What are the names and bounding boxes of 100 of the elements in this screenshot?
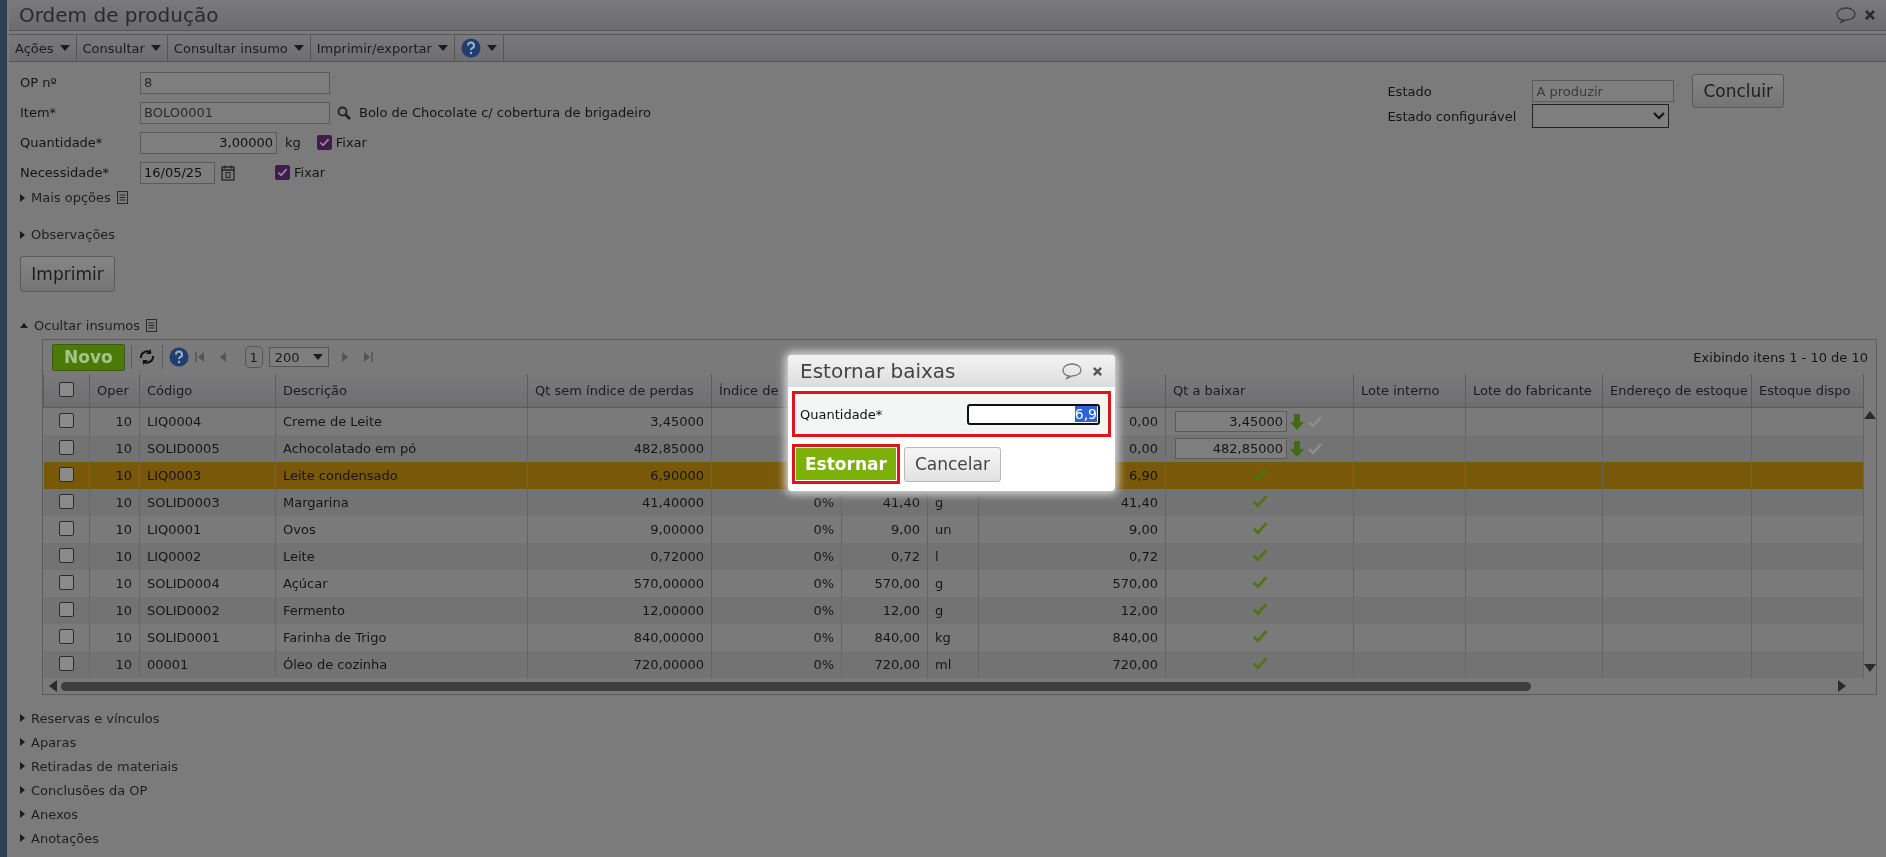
checkbox[interactable] bbox=[58, 601, 74, 617]
section-label[interactable]: Conclusões da OP bbox=[31, 782, 148, 798]
section-label[interactable]: Aparas bbox=[31, 734, 77, 750]
checkbox[interactable] bbox=[58, 412, 74, 428]
section-label[interactable]: Reservas e vínculos bbox=[31, 710, 160, 726]
input-field: A produzir bbox=[1532, 80, 1675, 102]
section-label[interactable]: Retiradas de materiais bbox=[31, 758, 178, 774]
checkbox[interactable] bbox=[58, 493, 74, 509]
quantity-input[interactable]: 6,9 bbox=[967, 403, 1100, 425]
collapsed-triangle-icon[interactable] bbox=[20, 193, 25, 202]
table-cell: 9,00 bbox=[891, 522, 920, 537]
collapsed-triangle-icon[interactable] bbox=[20, 738, 25, 746]
input-field[interactable]: 3,00000 bbox=[140, 131, 277, 154]
print-button[interactable]: Imprimir bbox=[20, 256, 115, 292]
table-cell: 0,72000 bbox=[650, 549, 704, 564]
scroll-left-icon[interactable] bbox=[49, 680, 57, 692]
table-cell: 0% bbox=[813, 603, 834, 618]
scroll-up-icon[interactable] bbox=[1864, 411, 1876, 419]
help-icon[interactable] bbox=[460, 38, 481, 58]
calendar-icon[interactable] bbox=[221, 164, 235, 181]
scroll-down-icon[interactable] bbox=[1864, 664, 1876, 672]
collapsed-triangle-icon[interactable] bbox=[20, 230, 25, 239]
checkbox[interactable] bbox=[58, 439, 74, 455]
table-cell: 41,40 bbox=[882, 495, 920, 510]
section-label[interactable]: Observações bbox=[31, 227, 116, 242]
input-field[interactable]: 8 bbox=[140, 71, 330, 94]
section-label[interactable]: Anexos bbox=[31, 806, 78, 822]
date-field[interactable]: 16/05/25 bbox=[140, 161, 215, 184]
table-cell: 570,00 bbox=[1112, 576, 1158, 591]
document-icon[interactable] bbox=[116, 191, 128, 204]
checkbox[interactable] bbox=[316, 135, 332, 150]
column-header[interactable]: Qt sem índice de perdas bbox=[527, 374, 712, 408]
collapsed-triangle-icon[interactable] bbox=[20, 810, 25, 818]
checkbox[interactable] bbox=[58, 628, 74, 644]
column-header[interactable]: Lote do fabricante bbox=[1465, 374, 1603, 408]
menu-item[interactable]: Ações bbox=[9, 35, 77, 61]
comment-icon[interactable] bbox=[1062, 362, 1082, 380]
expanded-triangle-icon[interactable] bbox=[20, 323, 28, 328]
column-header[interactable]: Oper bbox=[89, 374, 140, 408]
quantity-input[interactable]: 3,45000 bbox=[1175, 411, 1287, 432]
table-cell: 3,45000 bbox=[650, 414, 704, 429]
select-field[interactable] bbox=[1532, 104, 1670, 128]
new-button[interactable]: Novo bbox=[52, 343, 125, 371]
column-header[interactable]: Endereço de estoque bbox=[1602, 374, 1752, 408]
checkbox[interactable] bbox=[58, 574, 74, 590]
collapsed-triangle-icon[interactable] bbox=[20, 834, 25, 842]
close-icon[interactable] bbox=[1092, 365, 1103, 377]
column-header[interactable]: Estoque dispo bbox=[1751, 374, 1864, 408]
section-label[interactable]: Anotações bbox=[31, 830, 100, 846]
table-cell: Fermento bbox=[283, 603, 345, 618]
table-cell: 9,00000 bbox=[650, 522, 704, 537]
table-cell: 10 bbox=[115, 441, 132, 456]
table-cell: 720,00000 bbox=[633, 657, 704, 672]
check-icon bbox=[1250, 600, 1269, 618]
column-header[interactable]: Qt a baixar bbox=[1165, 374, 1354, 408]
scroll-right-icon[interactable] bbox=[1838, 680, 1846, 692]
column-header[interactable]: Descrição bbox=[275, 374, 528, 408]
checkbox[interactable] bbox=[58, 466, 74, 482]
field-label: OP nº bbox=[20, 75, 58, 90]
column-header[interactable]: Lote interno bbox=[1353, 374, 1466, 408]
menu-item[interactable]: Imprimir/exportar bbox=[310, 35, 455, 61]
checkbox[interactable] bbox=[59, 381, 74, 397]
table-cell: kg bbox=[935, 630, 951, 645]
page-number[interactable]: 1 bbox=[244, 346, 263, 368]
chevron-down-icon[interactable] bbox=[1653, 112, 1666, 120]
table-cell: 570,00 bbox=[874, 576, 920, 591]
table-cell: Leite bbox=[283, 549, 315, 564]
section-label[interactable]: Ocultar insumos bbox=[34, 318, 141, 333]
table-cell: 9,00 bbox=[1129, 522, 1158, 537]
table-cell: 720,00 bbox=[874, 657, 920, 672]
page-size-select[interactable]: 200 bbox=[268, 347, 329, 367]
cancel-button[interactable]: Cancelar bbox=[903, 446, 1001, 482]
checkbox[interactable] bbox=[58, 655, 74, 671]
table-cell: SOLID0002 bbox=[147, 603, 220, 618]
conclude-button[interactable]: Concluir bbox=[1692, 74, 1784, 108]
input-field[interactable]: BOLO0001 bbox=[140, 101, 330, 124]
table-cell: 570,00000 bbox=[633, 576, 704, 591]
column-header[interactable]: Código bbox=[139, 374, 276, 408]
checkbox[interactable] bbox=[58, 547, 74, 563]
table-cell: 0% bbox=[813, 495, 834, 510]
section-label[interactable]: Mais opções bbox=[31, 190, 111, 205]
table-cell: 840,00 bbox=[1112, 630, 1158, 645]
menu-item[interactable]: Consultar bbox=[76, 35, 168, 61]
checkbox[interactable] bbox=[275, 165, 290, 180]
menu-item[interactable]: Consultar insumo bbox=[167, 35, 311, 61]
checkbox[interactable] bbox=[58, 520, 74, 536]
reverse-button[interactable]: Estornar bbox=[796, 448, 896, 480]
search-icon[interactable] bbox=[337, 105, 351, 120]
quantity-input[interactable]: 482,85000 bbox=[1175, 438, 1287, 459]
close-icon[interactable] bbox=[1864, 9, 1876, 21]
refresh-icon[interactable] bbox=[137, 349, 156, 365]
table-cell: 0,00 bbox=[1129, 414, 1158, 429]
comment-icon[interactable] bbox=[1836, 6, 1856, 24]
help-icon[interactable] bbox=[168, 347, 189, 367]
document-icon[interactable] bbox=[146, 319, 158, 332]
collapsed-triangle-icon[interactable] bbox=[20, 762, 25, 770]
field-label: Estado configurável bbox=[1387, 108, 1518, 124]
collapsed-triangle-icon[interactable] bbox=[20, 786, 25, 794]
scrollbar-thumb[interactable] bbox=[61, 681, 1531, 691]
collapsed-triangle-icon[interactable] bbox=[20, 714, 25, 722]
